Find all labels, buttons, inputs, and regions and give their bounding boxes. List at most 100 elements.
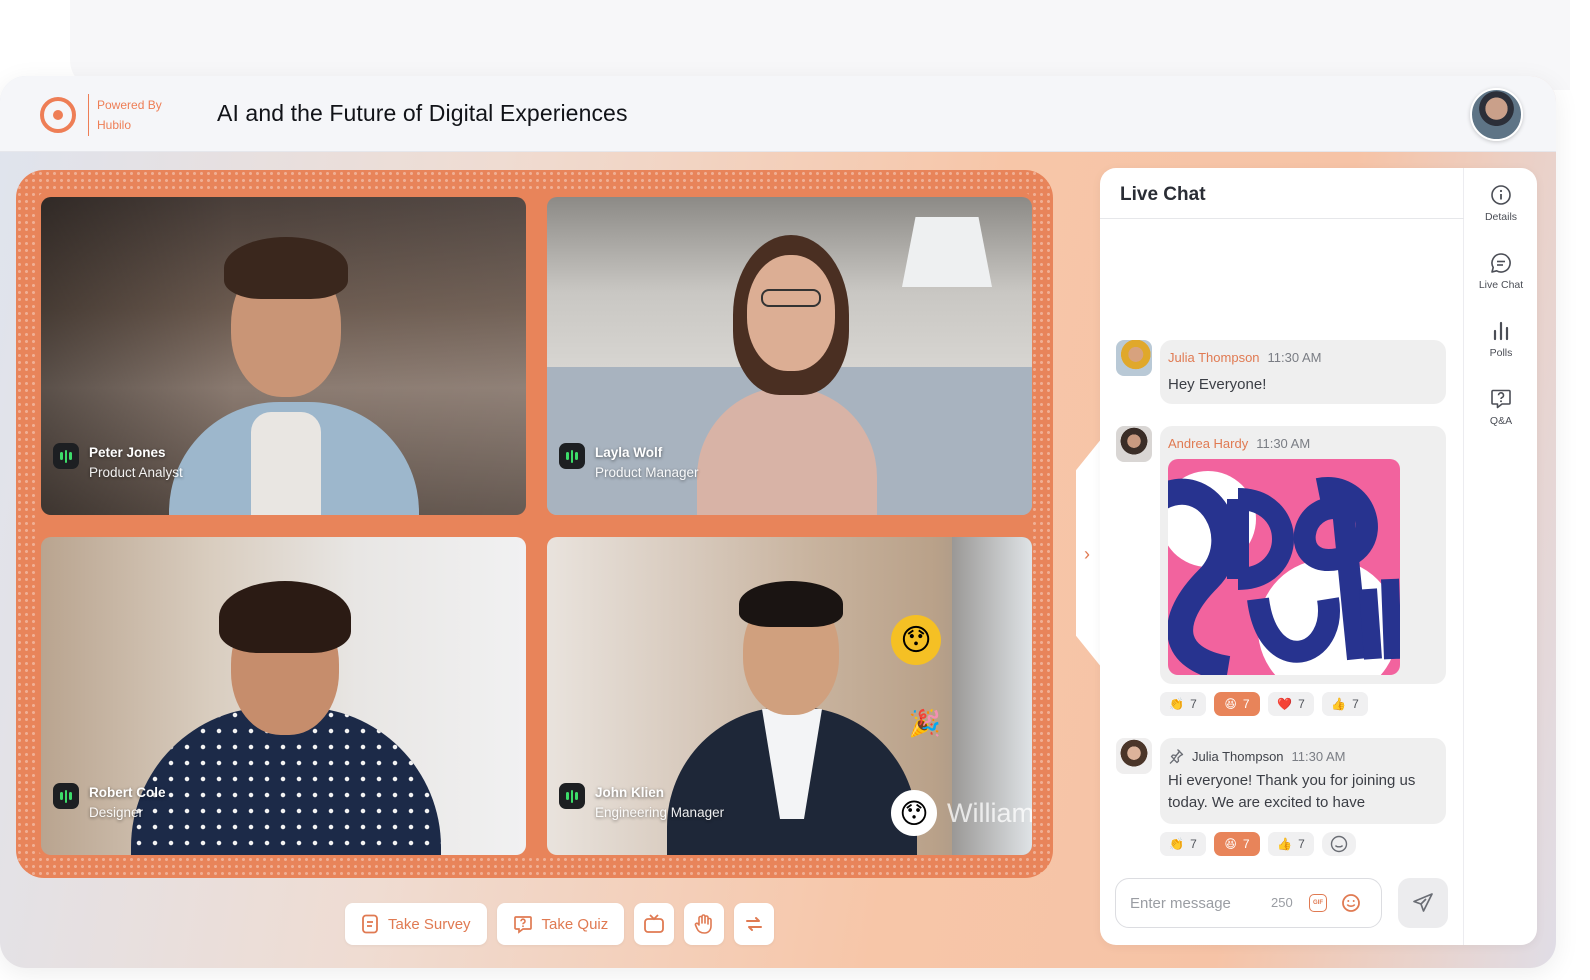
take-quiz-label: Take Quiz [541, 915, 609, 933]
powered-by: Powered By Hubilo [97, 95, 162, 135]
reaction-bar: 👏 7 😆 7 ❤️ 7 👍 7 [1160, 692, 1368, 716]
event-title: AI and the Future of Digital Experiences [217, 100, 628, 126]
video-tile-robert[interactable]: Robert Cole Designer [41, 537, 526, 855]
info-icon [1491, 185, 1511, 205]
video-tile-john[interactable]: 😯 🎉 😯 William John Klien Engineering Man… [547, 537, 1032, 855]
video-tile-layla[interactable]: Layla Wolf Product Manager [547, 197, 1032, 515]
tab-live-chat[interactable]: Live Chat [1465, 252, 1537, 291]
reaction-thumbs-up[interactable]: 👍 7 [1322, 692, 1368, 716]
take-survey-label: Take Survey [388, 915, 471, 933]
reaction-count: 7 [1190, 697, 1197, 711]
chat-bubble: Julia Thompson 11:30 AM Hi everyone! Tha… [1160, 738, 1446, 824]
heart-emoji-icon: ❤️ [1277, 697, 1293, 711]
message-text: Hey Everyone! [1168, 376, 1267, 393]
surprised-emoji-reaction: 😯 [891, 615, 941, 665]
chevron-right-icon[interactable]: › [1084, 544, 1090, 565]
emoji-picker-icon[interactable] [1341, 893, 1361, 913]
hubilo-logo-icon [40, 97, 76, 133]
avatar [1116, 426, 1152, 462]
participant-role: Product Analyst [89, 465, 183, 480]
reaction-count: 7 [1190, 837, 1197, 851]
tab-qa-label: Q&A [1489, 415, 1513, 427]
participant-role: Engineering Manager [595, 805, 725, 820]
live-chat-panel: Live Chat Julia Thompson 11:30 AM Hey Ev… [1100, 168, 1464, 945]
message-author: Julia Thompson [1192, 748, 1284, 764]
laugh-emoji-icon: 😆 [1224, 697, 1237, 711]
engagement-toolbar: Take Survey Take Quiz [345, 903, 775, 945]
tab-details-label: Details [1484, 211, 1518, 223]
survey-icon [362, 914, 378, 934]
message-composer: 250 GIF [1115, 878, 1382, 928]
tab-qa[interactable]: Q&A [1465, 388, 1537, 427]
message-input[interactable] [1130, 891, 1270, 915]
clap-emoji-icon: 👏 [1169, 837, 1185, 851]
thumbs-up-emoji-icon: 👍 [1331, 697, 1347, 711]
take-survey-button[interactable]: Take Survey [345, 903, 487, 945]
smiley-icon [1330, 835, 1348, 853]
question-bubble-icon [1491, 389, 1511, 409]
reaction-laugh[interactable]: 😆 7 [1214, 692, 1260, 716]
reaction-bar: 👏 7 😆 7 👍 7 [1160, 832, 1356, 856]
message-time: 11:30 AM [1291, 748, 1346, 764]
reaction-count: 7 [1242, 837, 1250, 851]
screen-button[interactable] [634, 903, 675, 945]
powered-by-brand: Hubilo [97, 118, 132, 132]
chat-bubble: Andrea Hardy 11:30 AM [1160, 426, 1446, 684]
thumbs-up-emoji-icon: 👍 [1277, 837, 1293, 851]
reaction-count: 7 [1298, 837, 1305, 851]
take-quiz-button[interactable]: Take Quiz [496, 903, 625, 945]
avatar [1116, 738, 1152, 774]
video-grid: Peter Jones Product Analyst Layla Wolf P… [38, 192, 1032, 856]
message-time: 11:30 AM [1256, 436, 1311, 451]
tv-icon [644, 914, 665, 933]
divider [1100, 218, 1464, 219]
chat-bubble: Julia Thompson 11:30 AM Hey Everyone! [1160, 340, 1446, 404]
chat-title: Live Chat [1120, 184, 1206, 205]
quiz-icon [513, 916, 532, 934]
side-panel: Live Chat Julia Thompson 11:30 AM Hey Ev… [1100, 168, 1537, 945]
char-limit: 250 [1271, 895, 1293, 910]
participant-name: Robert Cole [89, 785, 166, 800]
mic-active-icon [559, 443, 585, 469]
reaction-heart[interactable]: ❤️ 7 [1268, 692, 1314, 716]
send-button[interactable] [1398, 878, 1448, 928]
gif-button[interactable]: GIF [1309, 894, 1327, 912]
logo-divider [88, 94, 89, 136]
tab-live-chat-label: Live Chat [1478, 279, 1524, 291]
reaction-clap[interactable]: 👏 7 [1160, 692, 1206, 716]
party-popper-emoji: 🎉 [908, 707, 942, 738]
add-reaction-button[interactable] [1322, 832, 1356, 856]
chat-icon [1491, 253, 1511, 273]
screen: Powered By Hubilo AI and the Future of D… [0, 0, 1590, 980]
message-author: Andrea Hardy [1168, 436, 1249, 451]
mic-active-icon [53, 443, 79, 469]
bar-chart-icon [1493, 321, 1509, 341]
tab-polls-label: Polls [1489, 347, 1513, 359]
tab-polls[interactable]: Polls [1465, 320, 1537, 359]
reaction-count: 7 [1352, 697, 1359, 711]
surprised-emoji-avatar: 😯 [891, 790, 937, 836]
reaction-laugh[interactable]: 😆 7 [1214, 832, 1260, 856]
reaction-clap[interactable]: 👏 7 [1160, 832, 1206, 856]
tab-details[interactable]: Details [1465, 184, 1537, 223]
sticker-image[interactable] [1168, 459, 1400, 675]
participant-role: Designer [89, 805, 144, 820]
message-time: 11:30 AM [1267, 350, 1322, 365]
reaction-sender-name: William [947, 798, 1032, 828]
reaction-count: 7 [1242, 697, 1250, 711]
raise-hand-icon [694, 914, 713, 934]
raise-hand-button[interactable] [684, 903, 725, 945]
video-tile-peter[interactable]: Peter Jones Product Analyst [41, 197, 526, 515]
reaction-count: 7 [1298, 697, 1305, 711]
participant-name: Peter Jones [89, 445, 166, 460]
pin-icon [1169, 749, 1184, 764]
clap-emoji-icon: 👏 [1169, 697, 1185, 711]
reaction-thumbs-up[interactable]: 👍 7 [1268, 832, 1314, 856]
event-window: Powered By Hubilo AI and the Future of D… [0, 76, 1556, 968]
powered-by-label: Powered By [97, 98, 162, 112]
swap-icon [746, 917, 763, 931]
profile-avatar[interactable] [1470, 88, 1523, 141]
video-stage: Peter Jones Product Analyst Layla Wolf P… [16, 170, 1053, 878]
participant-name: John Klien [595, 785, 665, 800]
switch-button[interactable] [734, 903, 775, 945]
